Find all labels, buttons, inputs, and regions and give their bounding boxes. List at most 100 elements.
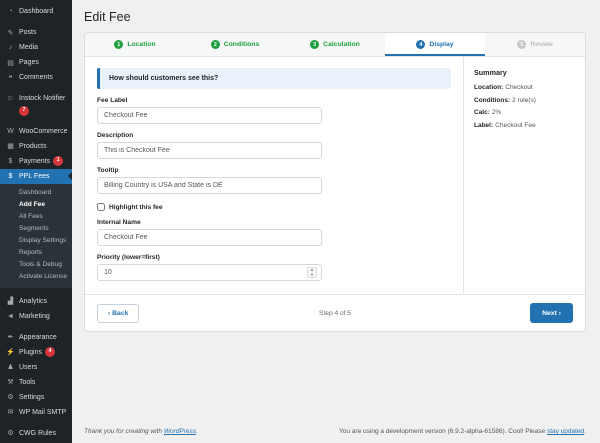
sidebar-item-products[interactable]: ▦Products <box>0 139 72 154</box>
sidebar-item-cwg-rules[interactable]: ⚙CWG Rules <box>0 426 72 441</box>
tooltip-input[interactable] <box>97 177 322 194</box>
fee-label-input[interactable] <box>97 107 322 124</box>
sidebar-item-woocommerce[interactable]: WWooCommerce <box>0 124 72 139</box>
priority-input[interactable] <box>97 264 322 281</box>
description-label: Description <box>97 132 451 139</box>
sidebar-item-appearance[interactable]: ✒Appearance <box>0 330 72 345</box>
sidebar-item-label: Dashboard <box>19 8 53 15</box>
sidebar-item-label: Users <box>19 364 37 371</box>
sidebar-item-marketing[interactable]: ◄Marketing <box>0 309 72 324</box>
step-number-badge: 1 <box>114 40 123 49</box>
sliders-icon: ⚙ <box>5 393 16 401</box>
fee-wizard-card: 1 Location 2Conditions3Calculation 4 Display… <box>84 32 586 332</box>
step-indicator: Step 4 of 5 <box>85 310 585 317</box>
user-icon: ♟ <box>5 363 16 371</box>
sidebar-item-posts[interactable]: ✎Posts <box>0 25 72 40</box>
step-number-badge: 4 <box>416 40 425 49</box>
priority-label: Priority (lower=first) <box>97 254 451 261</box>
box-icon: ▦ <box>5 142 16 150</box>
sidebar-item-label: Pages <box>19 59 39 66</box>
pushpin-icon: ✎ <box>5 29 16 37</box>
pages-icon: ▤ <box>5 59 16 67</box>
display-step-form: How should customers see this? Fee Label… <box>85 57 463 294</box>
internal-name-input[interactable] <box>97 229 322 246</box>
sidebar-item-label: Appearance <box>19 334 57 341</box>
admin-sidebar: ◔Dashboard✎Posts♪Media▤Pages❝Comments⚐In… <box>0 0 72 443</box>
gauge-icon: ◔ <box>5 8 16 15</box>
summary-key: Label: <box>474 122 493 129</box>
sidebar-item-pages[interactable]: ▤Pages <box>0 55 72 70</box>
media-icon: ♪ <box>5 44 16 51</box>
step-tab-conditions[interactable]: 2Conditions <box>185 33 285 56</box>
summary-value: 2 rule(s) <box>512 97 536 104</box>
submenu-item-activate-license[interactable]: Activate License <box>0 271 72 283</box>
step-label: Display <box>429 41 453 48</box>
step-tab-review[interactable]: 5 Review <box>485 33 585 56</box>
step-tab-display[interactable]: 4 Display <box>385 33 485 56</box>
sidebar-item-analytics[interactable]: ▟Analytics <box>0 294 72 309</box>
next-button[interactable]: Next › <box>530 303 573 323</box>
submenu-item-add-fee[interactable]: Add Fee <box>0 199 72 211</box>
summary-row: Calc:2% <box>474 109 575 116</box>
sidebar-item-label: Media <box>19 44 38 51</box>
sidebar-item-wp-mail-smtp[interactable]: ✉WP Mail SMTP <box>0 405 72 420</box>
page-title: Edit Fee <box>84 0 586 32</box>
chart-bar-icon: ▟ <box>5 297 16 305</box>
sidebar-menu-top: ◔Dashboard✎Posts♪Media▤Pages❝Comments⚐In… <box>0 4 72 184</box>
submenu-item-all-fees[interactable]: All Fees <box>0 211 72 223</box>
sidebar-menu-bottom: ▟Analytics◄Marketing✒Appearance⚡Plugins4… <box>0 294 72 443</box>
sidebar-item-label: Plugins <box>19 349 42 356</box>
step-label: Review <box>530 41 552 48</box>
step-label: Location <box>127 41 155 48</box>
summary-key: Location: <box>474 84 503 91</box>
priority-field: ▲▼ <box>97 264 322 281</box>
bell-icon: ⚐ <box>5 95 16 103</box>
highlight-fee-checkbox[interactable] <box>97 203 105 211</box>
sidebar-item-plugins[interactable]: ⚡Plugins4 <box>0 345 72 360</box>
summary-rows: Location:CheckoutConditions:2 rule(s)Cal… <box>474 84 575 129</box>
update-count-badge: 1 <box>53 156 63 166</box>
plug-icon: ⚡ <box>5 348 16 356</box>
sidebar-item-settings[interactable]: ⚙Settings <box>0 390 72 405</box>
wizard-body: How should customers see this? Fee Label… <box>85 57 585 294</box>
summary-title: Summary <box>474 68 575 77</box>
sidebar-item-media[interactable]: ♪Media <box>0 40 72 55</box>
step-number-badge: 3 <box>310 40 319 49</box>
sidebar-item-comments[interactable]: ❝Comments <box>0 70 72 85</box>
sidebar-item-instock-notifier[interactable]: ⚐Instock Notifier7 <box>0 91 72 118</box>
sidebar-item-label: Comments <box>19 74 53 81</box>
summary-value: Checkout <box>505 84 532 91</box>
summary-row: Label:Checkout Fee <box>474 122 575 129</box>
step-number-badge: 2 <box>211 40 220 49</box>
number-stepper-icon[interactable]: ▲▼ <box>307 267 317 278</box>
step-tab-location[interactable]: 1 Location <box>85 33 185 56</box>
description-input[interactable] <box>97 142 322 159</box>
wizard-stepper: 1 Location 2Conditions3Calculation 4 Display… <box>85 33 585 57</box>
sidebar-item-payments[interactable]: $Payments1 <box>0 154 72 169</box>
sidebar-item-dashboard[interactable]: ◔Dashboard <box>0 4 72 19</box>
highlight-fee-label: Highlight this fee <box>109 204 162 211</box>
back-button[interactable]: ‹ Back <box>97 304 139 323</box>
sidebar-item-users[interactable]: ♟Users <box>0 360 72 375</box>
sidebar-item-label: Analytics <box>19 298 47 305</box>
step-number-badge: 5 <box>517 40 526 49</box>
wordpress-link[interactable]: WordPress <box>164 428 196 435</box>
sidebar-item-label: Products <box>19 143 47 150</box>
stay-updated-link[interactable]: stay updated <box>547 428 584 435</box>
submenu-item-tools-debug[interactable]: Tools & Debug <box>0 259 72 271</box>
sidebar-item-label: Posts <box>19 29 37 36</box>
sidebar-item-ppl-fees[interactable]: $PPL Fees <box>0 169 72 184</box>
sidebar-item-label: PPL Fees <box>19 173 49 180</box>
submenu-item-display-settings[interactable]: Display Settings <box>0 235 72 247</box>
submenu-item-reports[interactable]: Reports <box>0 247 72 259</box>
admin-footer: Thank you for creating with WordPress. Y… <box>84 428 586 435</box>
submenu-item-dashboard[interactable]: Dashboard <box>0 187 72 199</box>
sidebar-item-label: Settings <box>19 394 44 401</box>
sidebar-item-tools[interactable]: ⚒Tools <box>0 375 72 390</box>
sidebar-item-label: CWG Rules <box>19 430 56 437</box>
gear-icon: ⚙ <box>5 429 16 437</box>
step-tab-calculation[interactable]: 3Calculation <box>285 33 385 56</box>
sidebar-item-label: WooCommerce <box>19 128 68 135</box>
submenu-item-segments[interactable]: Segments <box>0 223 72 235</box>
wizard-footer: ‹ Back Step 4 of 5 Next › <box>85 294 585 331</box>
